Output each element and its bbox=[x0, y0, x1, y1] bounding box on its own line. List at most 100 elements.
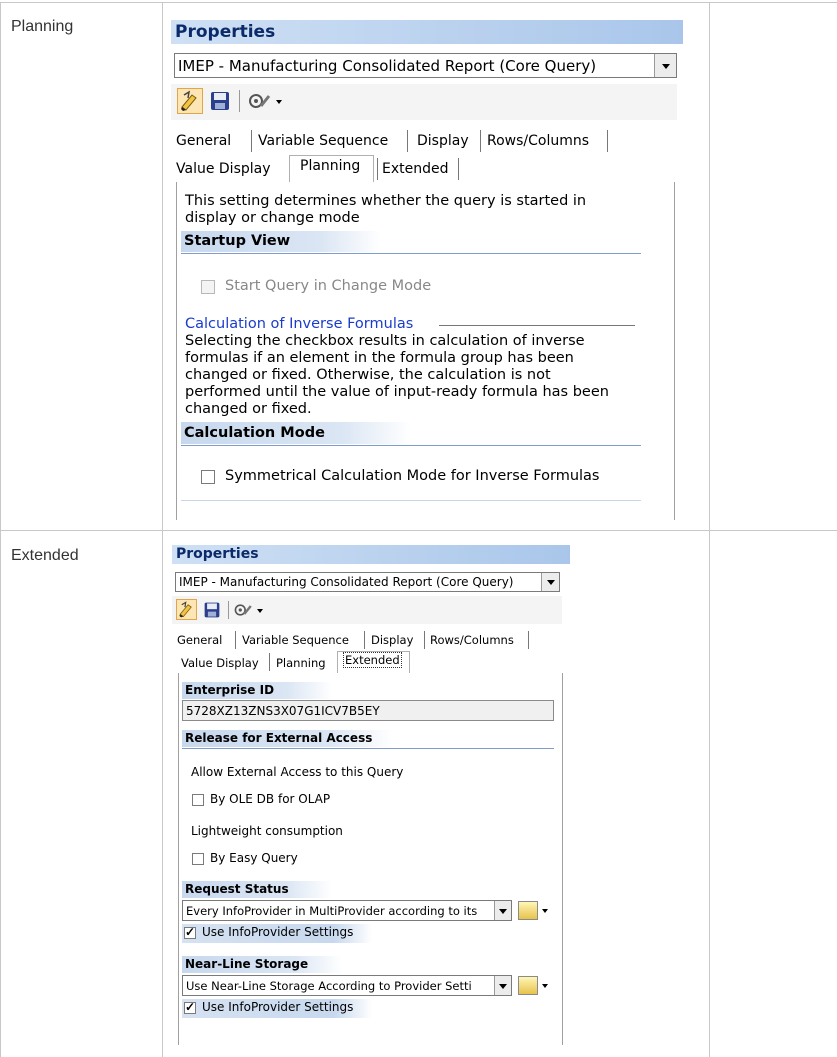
request-status-select[interactable]: Every InfoProvider in MultiProvider acco… bbox=[182, 900, 512, 921]
tab-separator bbox=[364, 631, 365, 649]
picker-dropdown-arrow[interactable] bbox=[542, 909, 548, 913]
tab-rows-columns[interactable]: Rows/Columns bbox=[487, 133, 589, 149]
table-border-top bbox=[0, 2, 837, 3]
lightweight-text: Lightweight consumption bbox=[191, 824, 343, 838]
save-icon[interactable] bbox=[209, 90, 231, 112]
query-select-value: IMEP - Manufacturing Consolidated Report… bbox=[178, 57, 597, 75]
tab-value-display[interactable]: Value Display bbox=[181, 656, 259, 670]
section-underline bbox=[181, 253, 641, 254]
toolbar bbox=[171, 84, 677, 120]
tab-separator bbox=[424, 631, 425, 649]
tab-planning[interactable]: Planning bbox=[276, 656, 326, 670]
description-line-2: display or change mode bbox=[185, 210, 360, 226]
chevron-down-icon[interactable] bbox=[654, 54, 676, 77]
query-select[interactable]: IMEP - Manufacturing Consolidated Report… bbox=[175, 572, 560, 592]
allow-external-text: Allow External Access to this Query bbox=[191, 765, 404, 779]
tab-separator bbox=[480, 130, 481, 152]
toolbar-separator bbox=[228, 601, 229, 619]
inverse-text-2: formulas if an element in the formula gr… bbox=[185, 350, 574, 366]
startup-view-heading: Startup View bbox=[181, 231, 381, 252]
tab-rows-columns[interactable]: Rows/Columns bbox=[430, 633, 514, 647]
picker-dropdown-arrow[interactable] bbox=[542, 984, 548, 988]
extended-tab-content: Enterprise ID 5728XZ13ZNS3X07G1ICV7B5EY … bbox=[178, 673, 563, 1045]
tab-variable-sequence[interactable]: Variable Sequence bbox=[258, 133, 388, 149]
tabs-row-1: General Variable Sequence Display Rows/C… bbox=[172, 629, 562, 650]
tab-separator bbox=[528, 631, 529, 649]
edit-icon[interactable] bbox=[176, 599, 197, 620]
tab-general[interactable]: General bbox=[176, 133, 231, 149]
chevron-down-icon[interactable] bbox=[494, 901, 511, 920]
table-row-divider bbox=[0, 530, 837, 531]
variable-picker-icon[interactable] bbox=[518, 901, 538, 920]
query-select[interactable]: IMEP - Manufacturing Consolidated Report… bbox=[174, 53, 677, 78]
panel-title-bar: Properties bbox=[172, 545, 570, 564]
chevron-down-icon[interactable] bbox=[541, 573, 559, 591]
tab-display[interactable]: Display bbox=[371, 633, 413, 647]
tab-planning-label: Planning bbox=[300, 158, 361, 174]
tabs-row-1: General Variable Sequence Display Rows/C… bbox=[171, 128, 677, 154]
planning-tab-content: This setting determines whether the quer… bbox=[176, 182, 675, 520]
symmetrical-calc-label: Symmetrical Calculation Mode for Inverse… bbox=[225, 468, 600, 484]
query-select-value: IMEP - Manufacturing Consolidated Report… bbox=[179, 575, 514, 589]
chevron-down-icon[interactable] bbox=[494, 976, 511, 995]
tab-value-display[interactable]: Value Display bbox=[176, 161, 271, 177]
inverse-text-1: Selecting the checkbox results in calcul… bbox=[185, 333, 585, 349]
inverse-text-3: changed or fixed. Otherwise, the calcula… bbox=[185, 367, 551, 383]
near-line-storage-select-value: Use Near-Line Storage According to Provi… bbox=[186, 979, 472, 993]
tab-extended[interactable]: Extended bbox=[382, 161, 449, 177]
section-underline bbox=[181, 500, 641, 501]
planning-properties-panel: Properties IMEP - Manufacturing Consolid… bbox=[171, 20, 683, 520]
ole-db-olap-label: By OLE DB for OLAP bbox=[210, 792, 331, 806]
tab-separator bbox=[235, 631, 236, 649]
easy-query-checkbox[interactable] bbox=[192, 853, 204, 865]
tab-variable-sequence[interactable]: Variable Sequence bbox=[242, 633, 349, 647]
request-status-use-provider-checkbox[interactable] bbox=[184, 925, 196, 939]
edit-icon[interactable] bbox=[177, 88, 203, 114]
tools-icon[interactable] bbox=[247, 90, 273, 112]
near-line-storage-select[interactable]: Use Near-Line Storage According to Provi… bbox=[182, 975, 512, 996]
enterprise-id-field[interactable]: 5728XZ13ZNS3X07G1ICV7B5EY bbox=[182, 700, 554, 721]
tab-extended-label: Extended bbox=[343, 652, 402, 668]
tools-dropdown-arrow[interactable] bbox=[276, 100, 282, 104]
request-status-select-value: Every InfoProvider in MultiProvider acco… bbox=[186, 904, 478, 918]
tabs-row-2: Value Display Planning Extended bbox=[171, 154, 677, 183]
variable-picker-icon[interactable] bbox=[518, 976, 538, 995]
request-status-use-provider-label: Use InfoProvider Settings bbox=[202, 925, 354, 939]
enterprise-id-heading: Enterprise ID bbox=[182, 682, 332, 699]
row-label-planning: Planning bbox=[11, 18, 74, 35]
tab-display[interactable]: Display bbox=[417, 133, 469, 149]
tab-separator bbox=[377, 158, 378, 180]
toolbar bbox=[172, 596, 562, 624]
symmetrical-calc-checkbox[interactable] bbox=[201, 470, 215, 484]
request-status-heading: Request Status bbox=[182, 881, 332, 898]
tab-separator bbox=[607, 130, 608, 152]
inverse-heading-rule bbox=[439, 325, 635, 326]
tools-icon[interactable] bbox=[233, 601, 254, 619]
tab-separator bbox=[458, 158, 459, 180]
inverse-text-4: performed until the value of input-ready… bbox=[185, 384, 609, 400]
near-line-use-provider-checkbox[interactable] bbox=[184, 1000, 196, 1014]
row-label-extended: Extended bbox=[11, 547, 79, 564]
easy-query-label: By Easy Query bbox=[210, 851, 298, 865]
tab-separator bbox=[269, 653, 270, 671]
save-icon[interactable] bbox=[203, 601, 221, 619]
start-change-mode-label: Start Query in Change Mode bbox=[225, 278, 432, 294]
release-heading: Release for External Access bbox=[182, 730, 392, 747]
toolbar-separator bbox=[239, 90, 240, 112]
section-underline bbox=[182, 748, 554, 749]
tab-general[interactable]: General bbox=[177, 633, 222, 647]
tab-separator bbox=[251, 130, 252, 152]
near-line-storage-heading: Near-Line Storage bbox=[182, 956, 342, 973]
tab-separator bbox=[407, 130, 408, 152]
tools-dropdown-arrow[interactable] bbox=[257, 609, 263, 613]
near-line-use-provider-label: Use InfoProvider Settings bbox=[202, 1000, 354, 1014]
start-change-mode-checkbox[interactable] bbox=[201, 280, 215, 294]
calculation-mode-heading: Calculation Mode bbox=[181, 422, 411, 444]
ole-db-olap-checkbox[interactable] bbox=[192, 794, 204, 806]
panel-title-bar: Properties bbox=[171, 20, 683, 44]
description-line-1: This setting determines whether the quer… bbox=[185, 193, 587, 209]
inverse-text-5: changed or fixed. bbox=[185, 401, 312, 417]
panel-title: Properties bbox=[175, 22, 276, 42]
inverse-formulas-heading: Calculation of Inverse Formulas bbox=[185, 316, 414, 332]
panel-title: Properties bbox=[176, 546, 259, 562]
